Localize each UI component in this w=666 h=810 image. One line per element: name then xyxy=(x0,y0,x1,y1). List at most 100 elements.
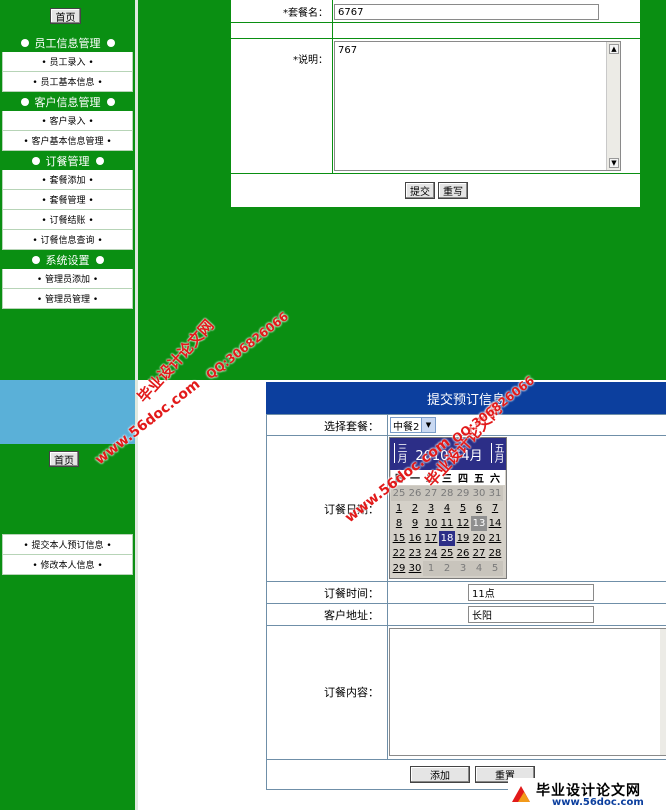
menu-header-customer[interactable]: 客户信息管理 xyxy=(2,92,133,111)
bottom-banner xyxy=(0,380,135,444)
package-select[interactable]: 中餐2 ▼ xyxy=(390,417,436,433)
bullet-icon xyxy=(20,97,29,106)
calendar-day[interactable]: 3 xyxy=(423,501,439,516)
calendar-day[interactable]: 19 xyxy=(455,531,471,546)
bullet-icon xyxy=(31,255,40,264)
calendar-day[interactable]: 24 xyxy=(423,546,439,561)
description-textarea[interactable]: 767 ▲ ▼ xyxy=(334,41,621,171)
bullet-icon xyxy=(106,97,115,106)
calendar-day[interactable]: 14 xyxy=(487,516,503,531)
menu-item-customer-add[interactable]: • 客户录入 • xyxy=(2,111,133,131)
calendar-day[interactable]: 31 xyxy=(487,486,503,501)
package-form: *套餐名： 6767 *说明： 767 ▲ ▼ 提交 重写 xyxy=(230,0,641,208)
bottom-left-strip xyxy=(138,380,266,810)
submit-button[interactable]: 提交 xyxy=(405,182,435,199)
calendar-day[interactable]: 6 xyxy=(471,501,487,516)
package-name-input[interactable]: 6767 xyxy=(334,4,599,20)
form-divider xyxy=(231,38,640,39)
calendar-day[interactable]: 30 xyxy=(471,486,487,501)
calendar-day[interactable]: 26 xyxy=(407,486,423,501)
menu-item-employee-add[interactable]: • 员工录入 • xyxy=(2,52,133,72)
menu-item-order-query[interactable]: • 订餐信息查询 • xyxy=(2,230,133,250)
calendar-day[interactable]: 2 xyxy=(407,501,423,516)
calendar-day[interactable]: 28 xyxy=(487,546,503,561)
calendar-day[interactable]: 4 xyxy=(439,501,455,516)
calendar-day[interactable]: 10 xyxy=(423,516,439,531)
menu-item-admin-manage[interactable]: • 管理员管理 • xyxy=(2,289,133,309)
package-select-label: 选择套餐： xyxy=(324,419,379,433)
scrollbar[interactable]: ▲ ▼ xyxy=(606,42,620,170)
calendar-day[interactable]: 3 xyxy=(455,561,471,576)
scrollbar[interactable] xyxy=(660,629,666,755)
order-time-input[interactable]: 11点 xyxy=(468,584,594,601)
calendar-day[interactable]: 29 xyxy=(455,486,471,501)
top-nav-menu: 员工信息管理 • 员工录入 • • 员工基本信息 • 客户信息管理 • 客户录入… xyxy=(2,33,133,309)
menu-item-order-checkout[interactable]: • 订餐结账 • xyxy=(2,210,133,230)
scroll-up-icon[interactable]: ▲ xyxy=(609,44,619,54)
calendar-day[interactable]: 1 xyxy=(423,561,439,576)
bottom-home-button[interactable]: 首页 xyxy=(49,451,79,467)
chevron-down-icon[interactable]: ▼ xyxy=(421,418,435,432)
calendar-day[interactable]: 20 xyxy=(471,531,487,546)
calendar-day[interactable]: 5 xyxy=(455,501,471,516)
calendar-day[interactable]: 18 xyxy=(439,531,455,546)
calendar-day[interactable]: 8 xyxy=(391,516,407,531)
menu-header-settings[interactable]: 系统设置 xyxy=(2,250,133,269)
calendar-day[interactable]: 11 xyxy=(439,516,455,531)
bullet-icon xyxy=(95,156,104,165)
menu-item-package-manage[interactable]: • 套餐管理 • xyxy=(2,190,133,210)
add-button[interactable]: 添加 xyxy=(410,766,470,783)
package-name-label: *套餐名： xyxy=(283,8,328,19)
calendar-day[interactable]: 1 xyxy=(391,501,407,516)
calendar-day[interactable]: 22 xyxy=(391,546,407,561)
row-divider xyxy=(267,625,666,626)
menu-item-package-add[interactable]: • 套餐添加 • xyxy=(2,170,133,190)
order-content-textarea[interactable] xyxy=(389,628,666,756)
bottom-nav-menu: • 提交本人预订信息 • • 修改本人信息 • xyxy=(2,534,133,575)
calendar-days: 25 26 27 28 29 30 31 1 2 3 4 5 6 7 8 9 10 11 12 13 14 15 16 17 1… xyxy=(390,486,506,576)
calendar-day[interactable]: 12 xyxy=(455,516,471,531)
customer-address-input[interactable]: 长阳 xyxy=(468,606,594,623)
order-form-title: 提交预订信息 xyxy=(426,392,505,408)
menu-item-employee-info[interactable]: • 员工基本信息 • xyxy=(2,72,133,92)
calendar-prev-month[interactable]: 三月 xyxy=(392,440,407,466)
menu-header-order[interactable]: 订餐管理 xyxy=(2,151,133,170)
calendar-day[interactable]: 16 xyxy=(407,531,423,546)
calendar-day[interactable]: 23 xyxy=(407,546,423,561)
calendar-day[interactable]: 2 xyxy=(439,561,455,576)
rewrite-button[interactable]: 重写 xyxy=(438,182,468,199)
row-divider xyxy=(267,759,666,760)
calendar-day[interactable]: 21 xyxy=(487,531,503,546)
calendar-next-month[interactable]: 五月 xyxy=(489,440,504,466)
calendar-day[interactable]: 15 xyxy=(391,531,407,546)
calendar-day[interactable]: 29 xyxy=(391,561,407,576)
customer-address-label: 客户地址： xyxy=(324,608,379,622)
top-home-button[interactable]: 首页 xyxy=(50,8,81,24)
bullet-icon xyxy=(20,38,29,47)
menu-header-employee[interactable]: 员工信息管理 xyxy=(2,33,133,52)
calendar-day[interactable]: 17 xyxy=(423,531,439,546)
calendar-day[interactable]: 26 xyxy=(455,546,471,561)
menu-item-edit-profile[interactable]: • 修改本人信息 • xyxy=(2,555,133,575)
calendar-day[interactable]: 25 xyxy=(439,546,455,561)
site-logo: 毕业设计论文网 www.56doc.com xyxy=(508,778,666,810)
order-form-title-bar: 提交预订信息 xyxy=(266,382,666,414)
weekday-label: 六 xyxy=(490,474,500,485)
calendar-day[interactable]: 30 xyxy=(407,561,423,576)
calendar-day[interactable]: 27 xyxy=(471,546,487,561)
menu-item-customer-info[interactable]: • 客户基本信息管理 • xyxy=(2,131,133,151)
scroll-down-icon[interactable]: ▼ xyxy=(609,158,619,168)
menu-item-admin-add[interactable]: • 管理员添加 • xyxy=(2,269,133,289)
calendar-day[interactable]: 7 xyxy=(487,501,503,516)
menu-item-submit-order[interactable]: • 提交本人预订信息 • xyxy=(2,534,133,555)
order-time-label: 订餐时间： xyxy=(324,586,379,600)
calendar-day[interactable]: 13 xyxy=(471,516,487,531)
calendar-day[interactable]: 9 xyxy=(407,516,423,531)
calendar-day[interactable]: 28 xyxy=(439,486,455,501)
calendar-day[interactable]: 4 xyxy=(471,561,487,576)
order-form: 选择套餐： 中餐2 ▼ 订餐日期： 三月 2010年4月 五月 日 一 二 三 … xyxy=(266,414,666,790)
bullet-icon xyxy=(95,255,104,264)
calendar-day[interactable]: 5 xyxy=(487,561,503,576)
bullet-icon xyxy=(106,38,115,47)
column-divider xyxy=(387,415,388,759)
